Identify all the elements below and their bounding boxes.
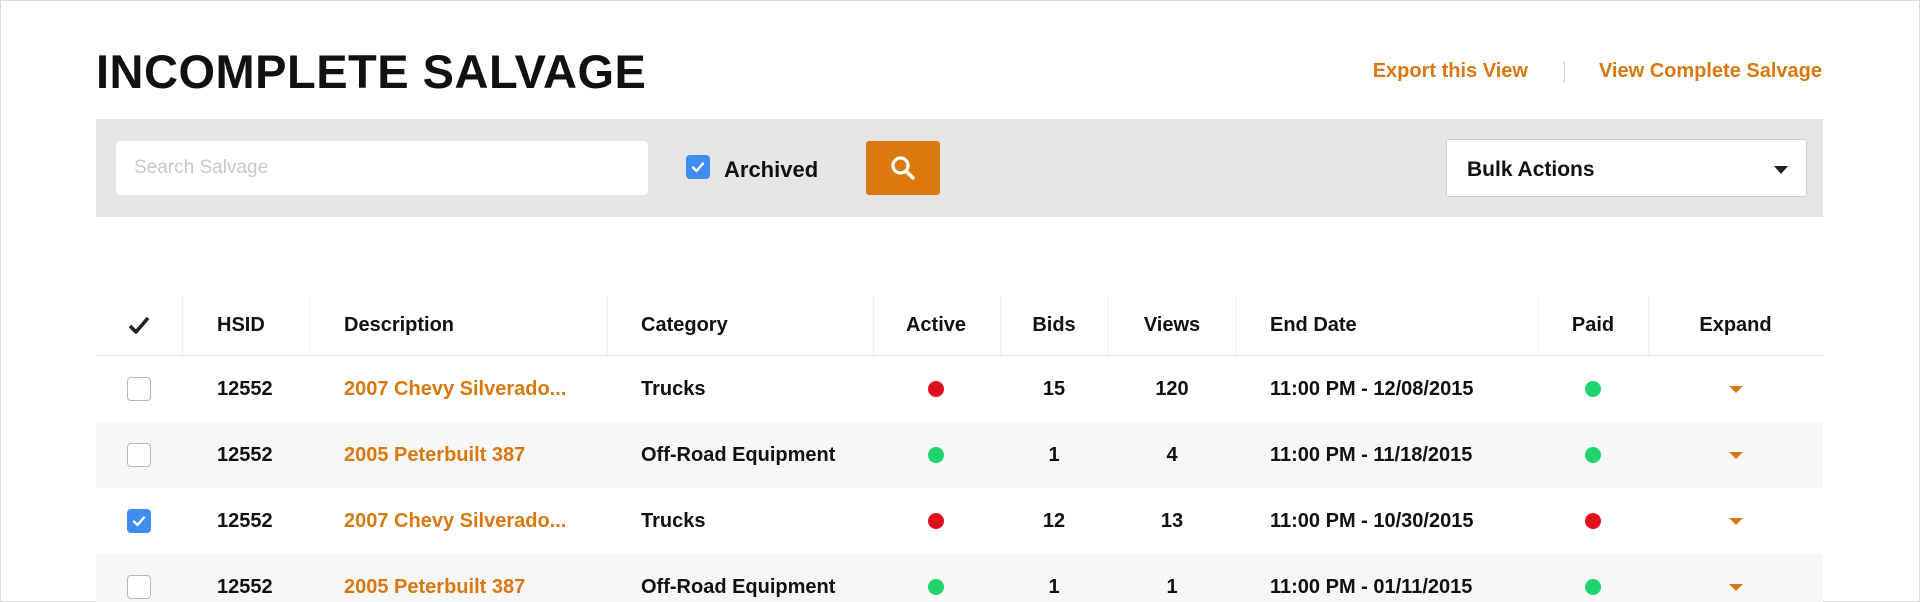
description-link[interactable]: 2005 Peterbuilt 387 bbox=[344, 554, 604, 602]
hsid-cell: 12552 bbox=[217, 575, 273, 598]
category-cell: Trucks bbox=[641, 509, 706, 532]
paid-cell bbox=[1538, 356, 1648, 422]
export-view-link[interactable]: Export this View bbox=[1373, 60, 1528, 83]
views-cell: 4 bbox=[1166, 443, 1178, 466]
active-cell bbox=[873, 422, 999, 488]
active-status-dot bbox=[928, 381, 944, 397]
views-cell: 1 bbox=[1166, 575, 1178, 598]
hsid-cell: 12552 bbox=[217, 509, 273, 532]
column-header-views[interactable]: Views bbox=[1108, 296, 1236, 355]
table-row: 12552 2005 Peterbuilt 387 Off-Road Equipme… bbox=[96, 422, 1823, 488]
paid-status-dot bbox=[1585, 579, 1601, 595]
archived-label[interactable]: Archived bbox=[724, 157, 818, 183]
paid-cell bbox=[1538, 488, 1648, 554]
expand-cell bbox=[1648, 356, 1823, 422]
category-cell: Off-Road Equipment bbox=[641, 575, 836, 598]
end-date-cell: 11:00 PM - 12/08/2015 bbox=[1270, 377, 1474, 400]
paid-status-dot bbox=[1585, 447, 1601, 463]
active-cell bbox=[873, 554, 999, 602]
row-checkbox[interactable] bbox=[127, 377, 151, 401]
active-cell bbox=[873, 488, 999, 554]
column-header-hsid[interactable]: HSID bbox=[217, 296, 317, 355]
column-header-end-date[interactable]: End Date bbox=[1270, 296, 1570, 355]
row-checkbox[interactable] bbox=[127, 575, 151, 599]
end-date-cell: 11:00 PM - 01/11/2015 bbox=[1270, 575, 1473, 598]
expand-cell bbox=[1648, 422, 1823, 488]
active-status-dot bbox=[928, 579, 944, 595]
hsid-cell: 12552 bbox=[217, 443, 273, 466]
column-divider bbox=[607, 296, 608, 356]
paid-cell bbox=[1538, 554, 1648, 602]
column-header-paid[interactable]: Paid bbox=[1538, 296, 1648, 355]
checkmark-icon bbox=[128, 316, 150, 334]
column-divider bbox=[1236, 296, 1237, 356]
bulk-actions-label: Bulk Actions bbox=[1467, 158, 1595, 181]
category-cell: Trucks bbox=[641, 377, 706, 400]
bulk-actions-select[interactable]: Bulk Actions bbox=[1446, 139, 1807, 197]
column-header-bids[interactable]: Bids bbox=[1000, 296, 1108, 355]
column-header-description[interactable]: Description bbox=[344, 296, 604, 355]
view-complete-salvage-link[interactable]: View Complete Salvage bbox=[1599, 60, 1822, 83]
bids-cell: 12 bbox=[1042, 509, 1066, 532]
paid-status-dot bbox=[1585, 381, 1601, 397]
search-button[interactable] bbox=[866, 141, 940, 195]
table-row: 12552 2005 Peterbuilt 387 Off-Road Equipme… bbox=[96, 554, 1823, 602]
search-input[interactable] bbox=[116, 141, 648, 195]
row-checkbox[interactable] bbox=[127, 509, 151, 533]
caret-down-icon[interactable] bbox=[1728, 517, 1743, 525]
chevron-down-icon bbox=[1774, 166, 1788, 174]
table-row: 12552 2007 Chevy Silverado... Trucks 12 13 11… bbox=[96, 488, 1823, 554]
end-date-cell: 11:00 PM - 10/30/2015 bbox=[1270, 509, 1474, 532]
paid-status-dot bbox=[1585, 513, 1601, 529]
row-checkbox-cell bbox=[96, 356, 182, 422]
column-divider bbox=[182, 296, 183, 356]
bids-cell: 1 bbox=[1048, 575, 1060, 598]
active-cell bbox=[873, 356, 999, 422]
caret-down-icon[interactable] bbox=[1728, 385, 1743, 393]
paid-cell bbox=[1538, 422, 1648, 488]
hsid-cell: 12552 bbox=[217, 377, 273, 400]
column-header-expand: Expand bbox=[1699, 314, 1772, 336]
bids-cell: 1 bbox=[1048, 443, 1060, 466]
filter-toolbar: Archived Bulk Actions bbox=[96, 119, 1823, 217]
column-divider bbox=[309, 296, 310, 356]
description-link[interactable]: 2005 Peterbuilt 387 bbox=[344, 422, 604, 488]
header-links: Export this View View Complete Salvage bbox=[1373, 60, 1822, 83]
header-divider bbox=[1563, 60, 1565, 83]
description-link[interactable]: 2007 Chevy Silverado... bbox=[344, 488, 604, 554]
row-checkbox[interactable] bbox=[127, 443, 151, 467]
page-title: INCOMPLETE SALVAGE bbox=[96, 45, 647, 98]
column-header-active[interactable]: Active bbox=[873, 296, 999, 355]
description-link[interactable]: 2007 Chevy Silverado... bbox=[344, 356, 604, 422]
table-row: 12552 2007 Chevy Silverado... Trucks 15 120 1… bbox=[96, 356, 1823, 422]
caret-down-icon[interactable] bbox=[1728, 583, 1743, 591]
table-header-row: HSID Description Category Active Bids Vi… bbox=[96, 296, 1823, 356]
search-icon bbox=[891, 156, 915, 180]
end-date-cell: 11:00 PM - 11/18/2015 bbox=[1270, 443, 1473, 466]
bids-cell: 15 bbox=[1042, 377, 1066, 400]
column-header-category[interactable]: Category bbox=[641, 296, 891, 355]
table-body: 12552 2007 Chevy Silverado... Trucks 15 120 1… bbox=[96, 356, 1823, 602]
checkmark-icon bbox=[132, 516, 146, 527]
active-status-dot bbox=[928, 447, 944, 463]
expand-cell bbox=[1648, 488, 1823, 554]
checkmark-icon bbox=[691, 162, 705, 173]
caret-down-icon[interactable] bbox=[1728, 451, 1743, 459]
row-checkbox-cell bbox=[96, 554, 182, 602]
archived-checkbox[interactable] bbox=[686, 155, 710, 179]
views-cell: 13 bbox=[1160, 509, 1184, 532]
active-status-dot bbox=[928, 513, 944, 529]
views-cell: 120 bbox=[1155, 377, 1189, 400]
category-cell: Off-Road Equipment bbox=[641, 443, 836, 466]
select-all-header[interactable] bbox=[96, 296, 182, 355]
row-checkbox-cell bbox=[96, 422, 182, 488]
expand-cell bbox=[1648, 554, 1823, 602]
row-checkbox-cell bbox=[96, 488, 182, 554]
salvage-table: HSID Description Category Active Bids Vi… bbox=[96, 296, 1823, 602]
